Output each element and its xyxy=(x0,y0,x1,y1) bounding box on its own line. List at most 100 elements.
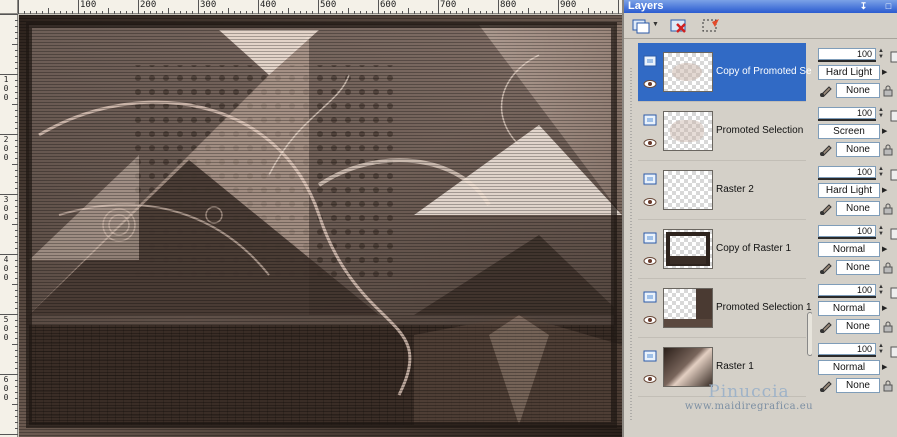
layer-row[interactable]: Copy of Raster 1 xyxy=(638,220,806,279)
lock-icon[interactable] xyxy=(883,321,893,333)
ruler-tick xyxy=(15,248,18,249)
layer-name[interactable]: Promoted Selection xyxy=(716,125,803,136)
opacity-slider[interactable] xyxy=(818,296,876,298)
blend-mode-select[interactable]: Screen xyxy=(818,124,880,139)
eye-icon[interactable] xyxy=(643,197,657,207)
layer-name[interactable]: Promoted Selection 1 xyxy=(716,302,812,313)
lock-icon[interactable] xyxy=(883,144,893,156)
blend-dropdown-icon[interactable]: ▶ xyxy=(882,66,890,79)
eye-icon[interactable] xyxy=(643,256,657,266)
brush-icon[interactable] xyxy=(818,260,834,274)
layer-row[interactable]: Copy of Promoted Se xyxy=(638,43,812,102)
opacity-slider[interactable] xyxy=(818,119,876,121)
layer-row[interactable]: Promoted Selection xyxy=(638,102,806,161)
selection-layer-button[interactable] xyxy=(700,16,722,36)
opacity-slider[interactable] xyxy=(818,178,876,180)
eye-icon[interactable] xyxy=(643,315,657,325)
layer-thumbnail[interactable] xyxy=(663,347,713,387)
mask-select[interactable]: None xyxy=(836,201,880,216)
link-icon[interactable] xyxy=(890,346,897,358)
layer-name[interactable]: Raster 1 xyxy=(716,361,754,372)
link-icon[interactable] xyxy=(890,228,897,240)
layer-thumbnail[interactable] xyxy=(663,229,713,269)
opacity-field[interactable]: 100 xyxy=(818,284,876,296)
ruler-tick xyxy=(36,11,37,14)
new-layer-dropdown-icon[interactable]: ▼ xyxy=(652,21,660,29)
ruler-tick xyxy=(234,11,235,14)
opacity-slider[interactable] xyxy=(818,355,876,357)
delete-layer-icon xyxy=(670,19,686,33)
blend-mode-select[interactable]: Hard Light xyxy=(818,183,880,198)
opacity-slider[interactable] xyxy=(818,237,876,239)
layer-row[interactable]: Promoted Selection 1 xyxy=(638,279,812,338)
opacity-spinner[interactable]: ▲ ▼ xyxy=(878,225,886,239)
opacity-slider[interactable] xyxy=(818,60,876,62)
blend-mode-select[interactable]: Normal xyxy=(818,242,880,257)
ruler-label: 800 xyxy=(500,0,517,10)
blend-mode-select[interactable]: Normal xyxy=(818,301,880,316)
delete-layer-button[interactable] xyxy=(668,16,690,36)
mask-select[interactable]: None xyxy=(836,319,880,334)
layer-row[interactable]: Raster 2 xyxy=(638,161,806,220)
blend-dropdown-icon[interactable]: ▶ xyxy=(882,243,890,256)
vertical-ruler[interactable]: 100200300400500600 xyxy=(0,14,18,437)
opacity-spinner[interactable]: ▲ ▼ xyxy=(878,48,886,62)
brush-icon[interactable] xyxy=(818,142,834,156)
opacity-spinner[interactable]: ▲ ▼ xyxy=(878,107,886,121)
ruler-tick xyxy=(510,11,511,14)
blend-mode-select[interactable]: Normal xyxy=(818,360,880,375)
brush-icon[interactable] xyxy=(818,201,834,215)
lock-icon[interactable] xyxy=(883,203,893,215)
close-icon[interactable]: □ xyxy=(883,1,894,12)
layer-row[interactable]: Raster 1 xyxy=(638,338,806,397)
brush-icon[interactable] xyxy=(818,378,834,392)
layer-name[interactable]: Copy of Promoted Se xyxy=(716,66,812,77)
layer-thumbnail[interactable] xyxy=(663,52,713,92)
mask-select[interactable]: None xyxy=(836,260,880,275)
opacity-field[interactable]: 100 xyxy=(818,48,876,60)
layer-thumbnail[interactable] xyxy=(663,288,713,328)
horizontal-ruler[interactable]: 100 200 300 400 500 600 700 800 900 xyxy=(18,0,622,14)
pin-icon[interactable]: ↧ xyxy=(858,1,869,12)
blend-dropdown-icon[interactable]: ▶ xyxy=(882,302,890,315)
opacity-spinner[interactable]: ▲ ▼ xyxy=(878,284,886,298)
ruler-tick xyxy=(276,11,277,14)
opacity-field[interactable]: 100 xyxy=(818,107,876,119)
lock-icon[interactable] xyxy=(883,85,893,97)
image-artwork[interactable] xyxy=(19,15,622,437)
mask-select[interactable]: None xyxy=(836,83,880,98)
brush-icon[interactable] xyxy=(818,319,834,333)
link-icon[interactable] xyxy=(890,110,897,122)
image-canvas-area: 100 200 300 400 500 600 700 800 900 100200300400… xyxy=(0,0,622,437)
new-raster-layer-button[interactable] xyxy=(630,16,652,36)
ruler-tick xyxy=(15,50,18,51)
brush-icon[interactable] xyxy=(818,83,834,97)
link-icon[interactable] xyxy=(890,169,897,181)
blend-dropdown-icon[interactable]: ▶ xyxy=(882,184,890,197)
ruler-label: 200 xyxy=(140,0,157,10)
blend-dropdown-icon[interactable]: ▶ xyxy=(882,125,890,138)
layer-name[interactable]: Raster 2 xyxy=(716,184,754,195)
lock-icon[interactable] xyxy=(883,262,893,274)
blend-dropdown-icon[interactable]: ▶ xyxy=(882,361,890,374)
opacity-field[interactable]: 100 xyxy=(818,343,876,355)
ruler-tick xyxy=(15,140,18,141)
palette-title-bar[interactable]: Layers ↧ □ xyxy=(624,0,897,13)
eye-icon[interactable] xyxy=(643,374,657,384)
mask-select[interactable]: None xyxy=(836,142,880,157)
layer-thumbnail[interactable] xyxy=(663,170,713,210)
mask-select[interactable]: None xyxy=(836,378,880,393)
opacity-spinner[interactable]: ▲ ▼ xyxy=(878,343,886,357)
link-icon[interactable] xyxy=(890,51,897,63)
opacity-field[interactable]: 100 xyxy=(818,225,876,237)
layer-thumbnail[interactable] xyxy=(663,111,713,151)
lock-icon[interactable] xyxy=(883,380,893,392)
link-icon[interactable] xyxy=(890,287,897,299)
opacity-spinner[interactable]: ▲ ▼ xyxy=(878,166,886,180)
layer-name[interactable]: Copy of Raster 1 xyxy=(716,243,791,254)
ruler-tick xyxy=(486,11,487,14)
eye-icon[interactable] xyxy=(643,138,657,148)
eye-icon[interactable] xyxy=(643,79,657,89)
opacity-field[interactable]: 100 xyxy=(818,166,876,178)
blend-mode-select[interactable]: Hard Light xyxy=(818,65,880,80)
